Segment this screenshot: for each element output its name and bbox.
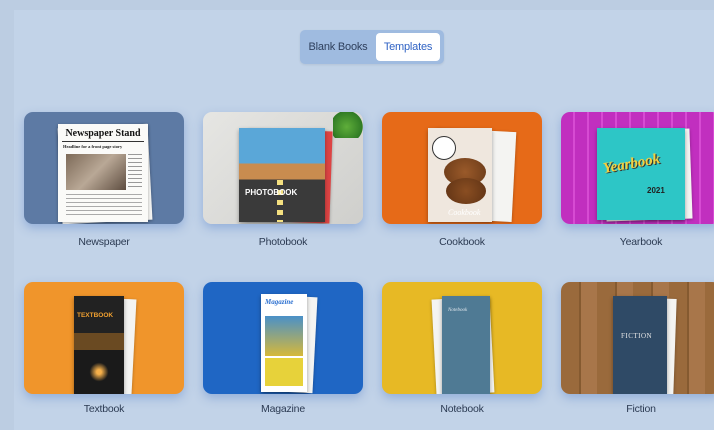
- template-label: Newspaper: [78, 236, 130, 248]
- magazine-cover-title: Magazine: [265, 298, 294, 306]
- cookbook-cover-title: Cookbook: [448, 208, 481, 217]
- fiction-cover-title: FICTION: [621, 332, 653, 340]
- yearbook-cover-year: 2021: [647, 186, 665, 195]
- fiction-thumbnail: FICTION: [561, 282, 714, 394]
- newspaper-cover-headline: Headline for a front page story: [63, 144, 123, 149]
- cookbook-thumbnail: Cookbook: [382, 112, 542, 224]
- template-label: Magazine: [261, 403, 305, 415]
- template-label: Fiction: [626, 403, 656, 415]
- template-label: Photobook: [258, 236, 308, 248]
- yearbook-cover-title: Yearbook: [601, 151, 662, 177]
- photobook-thumbnail: PHOTOBOOK: [203, 112, 363, 224]
- yearbook-thumbnail: Yearbook 2021: [561, 112, 714, 224]
- template-label: Notebook: [440, 403, 484, 415]
- newspaper-cover-title: Newspaper Stand: [65, 128, 141, 139]
- plant-leaf-decoration: [333, 112, 363, 138]
- textbook-cover-title: TEXTBOOK: [77, 312, 114, 319]
- textbook-thumbnail: TEXTBOOK: [24, 282, 184, 394]
- book-type-toggle: Blank Books Templates: [300, 30, 444, 64]
- template-label: Textbook: [83, 403, 125, 415]
- templates-tab[interactable]: Templates: [376, 33, 440, 61]
- template-label: Cookbook: [439, 236, 485, 248]
- notebook-cover-title: Notebook: [448, 308, 468, 313]
- photobook-cover-title: PHOTOBOOK: [245, 188, 298, 197]
- newspaper-thumbnail: Newspaper Stand Headline for a front pag…: [24, 112, 184, 224]
- template-label: Yearbook: [619, 236, 663, 248]
- notebook-thumbnail: Notebook: [382, 282, 542, 394]
- magazine-thumbnail: Magazine: [203, 282, 363, 394]
- blank-books-tab[interactable]: Blank Books: [304, 33, 372, 61]
